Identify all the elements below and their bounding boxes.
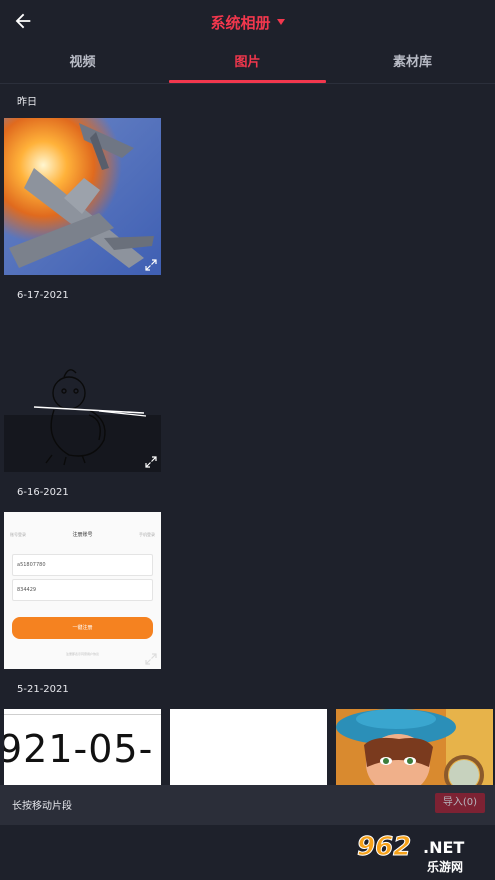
fighter-jet-image[interactable] — [4, 118, 161, 275]
bottom-bar: 长按移动片段 导入(0) — [0, 785, 495, 825]
register-screenshot-image[interactable]: 账号登录 注册账号 手机登录 a51807780 834429 一键注册 注册即… — [4, 512, 161, 669]
register-screen-background: 账号登录 注册账号 手机登录 a51807780 834429 一键注册 注册即… — [4, 512, 161, 669]
tab-images[interactable]: 图片 — [165, 44, 330, 83]
album-title: 系统相册 — [210, 14, 271, 32]
phone-login-tab-text: 手机登录 — [139, 532, 155, 537]
password-value: 834429 — [17, 587, 37, 593]
tab-video[interactable]: 视频 — [0, 44, 165, 83]
svg-text:.NET: .NET — [423, 838, 464, 857]
image-grid: 昨日 6-17-2021 6-16-2021 账号登录 注册账号 手机登录 a5… — [0, 85, 495, 785]
sketch-character-image[interactable] — [4, 315, 161, 472]
register-title-text: 注册账号 — [72, 532, 93, 538]
blank-white-image[interactable] — [170, 709, 327, 785]
register-footer-text: 注册即表示同意用户协议 — [65, 652, 99, 656]
svg-text:乐游网: 乐游网 — [427, 859, 463, 874]
drag-hint-text: 长按移动片段 — [12, 801, 72, 812]
group-label: 5-21-2021 — [17, 684, 69, 695]
app-screen: 系统相册 视频 图片 素材库 昨日 6-17-2021 6-16-2021 账号… — [0, 0, 495, 880]
watermark-logo: 962 .NET 乐游网 — [349, 827, 489, 877]
group-label: 6-17-2021 — [17, 290, 69, 301]
game-character-picture — [336, 709, 493, 785]
top-bar: 系统相册 — [0, 0, 495, 44]
date-image-rule — [4, 709, 161, 715]
album-selector[interactable]: 系统相册 — [0, 12, 495, 33]
expand-icon[interactable] — [145, 259, 157, 271]
svg-text:962: 962 — [357, 832, 411, 862]
password-field-preview: 834429 — [12, 579, 153, 601]
media-tabs: 视频 图片 素材库 — [0, 44, 495, 84]
fighter-jet-picture — [4, 118, 161, 275]
date-image-text: 921-05- — [4, 727, 154, 771]
sketch-picture — [4, 315, 161, 472]
tab-material-library[interactable]: 素材库 — [330, 44, 495, 83]
date-text-image[interactable]: 921-05- — [4, 709, 161, 785]
account-field-preview: a51807780 — [12, 554, 153, 576]
register-button-preview: 一键注册 — [12, 617, 153, 639]
watermark-logo-graphic: 962 .NET 乐游网 — [357, 832, 465, 875]
expand-icon[interactable] — [145, 653, 157, 665]
footer-area: 962 .NET 乐游网 — [0, 825, 495, 880]
group-label: 6-16-2021 — [17, 487, 69, 498]
account-value: a51807780 — [17, 562, 46, 568]
group-label: 昨日 — [17, 97, 37, 108]
expand-icon[interactable] — [145, 456, 157, 468]
import-button[interactable]: 导入(0) — [435, 793, 485, 813]
game-character-image[interactable] — [336, 709, 493, 785]
caret-down-icon — [276, 18, 285, 25]
